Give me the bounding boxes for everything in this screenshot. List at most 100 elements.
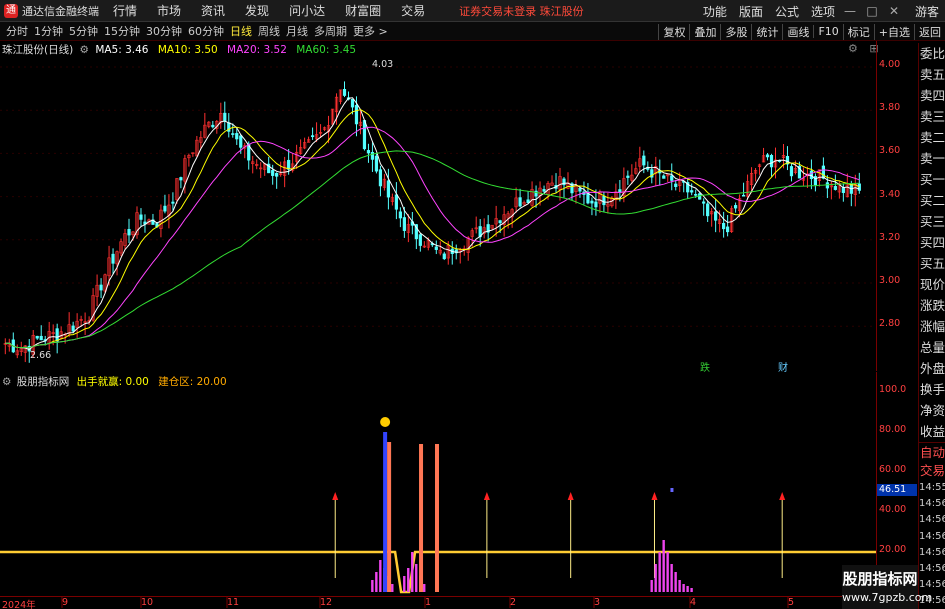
side-weibi[interactable]: 委比 [919, 43, 945, 64]
histogram-bar [379, 560, 382, 592]
menu-zixun[interactable]: 资讯 [201, 2, 225, 19]
main-y-axis: 4.00 3.80 3.60 3.40 3.20 3.00 2.80 [876, 41, 918, 371]
histogram-bar [674, 572, 677, 592]
tool-zixuan[interactable]: +自选 [873, 23, 914, 40]
indicator-info-line: ⚙ 股朋指标网 出手就赢: 0.00 建仓区: 20.00 [2, 374, 227, 389]
period-more[interactable]: 更多 > [353, 23, 388, 39]
candle-body [231, 133, 235, 135]
candle-body [714, 211, 718, 221]
money-bag-icon [380, 417, 391, 427]
side-buy1[interactable]: 买一 [919, 169, 945, 190]
period-5min[interactable]: 5分钟 [69, 23, 98, 39]
side-nav[interactable]: 净资 [919, 400, 945, 421]
candle-body [821, 165, 825, 179]
side-buy3[interactable]: 买三 [919, 211, 945, 232]
candle-body [702, 201, 706, 204]
menu-banmian[interactable]: 版面 [739, 3, 763, 20]
user-guest[interactable]: 游客 [915, 3, 939, 20]
side-buy2[interactable]: 买二 [919, 190, 945, 211]
period-multi[interactable]: 多周期 [314, 23, 347, 39]
menu-shichang[interactable]: 市场 [157, 2, 181, 19]
side-sell1[interactable]: 卖一 [919, 148, 945, 169]
x-label: 2024年 [2, 600, 36, 609]
side-sell3[interactable]: 卖三 [919, 106, 945, 127]
menu-jiaoyi[interactable]: 交易 [401, 2, 425, 19]
minimize-button[interactable]: — [843, 4, 857, 18]
close-button[interactable]: ✕ [887, 4, 901, 18]
y-tick: 3.40 [879, 189, 901, 200]
ma60-line [5, 150, 860, 349]
period-monthly[interactable]: 月线 [286, 23, 308, 39]
period-weekly[interactable]: 周线 [258, 23, 280, 39]
period-60min[interactable]: 60分钟 [188, 23, 224, 39]
period-15min[interactable]: 15分钟 [104, 23, 140, 39]
period-fenshi[interactable]: 分时 [6, 23, 28, 39]
candle-body [542, 189, 546, 192]
auto-trade-1[interactable]: 自动 [919, 442, 945, 461]
side-change-pct[interactable]: 涨幅 [919, 316, 945, 337]
login-warning[interactable]: 证券交易未登录 珠江股份 [459, 3, 584, 19]
candle-body [39, 335, 43, 341]
tick-time: 14:55 [919, 482, 945, 493]
candle-body [354, 105, 359, 125]
histogram-bar [423, 584, 426, 592]
candle-body [366, 150, 371, 154]
candle-body [690, 190, 694, 193]
side-sell4[interactable]: 卖四 [919, 85, 945, 106]
tool-biaoji[interactable]: 标记 [842, 23, 874, 40]
marker-die[interactable]: 跌 [700, 359, 710, 374]
marker-cai[interactable]: 财 [778, 359, 788, 374]
candle-body [662, 175, 666, 179]
x-label: 1 [425, 597, 432, 608]
period-1min[interactable]: 1分钟 [34, 23, 63, 39]
side-buy5[interactable]: 买五 [919, 253, 945, 274]
settings-icon[interactable]: ⚙ [2, 376, 11, 388]
app-logo-icon: 通 [4, 3, 18, 18]
y-tick: 3.00 [879, 275, 901, 286]
tool-duogu[interactable]: 多股 [720, 23, 751, 40]
side-outer[interactable]: 外盘 [919, 358, 945, 379]
candle-body [809, 170, 814, 180]
side-buy4[interactable]: 买四 [919, 232, 945, 253]
low-price-note: 2.66 [30, 350, 52, 361]
tool-tongji[interactable]: 统计 [751, 23, 782, 40]
indicator-group [0, 417, 876, 608]
period-30min[interactable]: 30分钟 [146, 23, 182, 39]
candle-body [442, 253, 446, 260]
tool-fuquan[interactable]: 复权 [658, 23, 689, 40]
candle-body [726, 226, 730, 233]
menu-wenxiaoda[interactable]: 问小达 [289, 2, 325, 19]
candle-body [434, 246, 438, 250]
maximize-button[interactable]: □ [865, 4, 879, 18]
candle-body [402, 217, 406, 231]
tick-time: 14:56 [919, 514, 945, 526]
tool-diejia[interactable]: 叠加 [689, 23, 720, 40]
histogram-bar [658, 552, 661, 592]
side-eps[interactable]: 收益 [919, 421, 945, 442]
period-daily[interactable]: 日线 [230, 23, 252, 39]
watermark-url: www.7gpzb.com [842, 591, 933, 604]
x-label: 3 [594, 597, 601, 608]
tick-time: 14:56 [919, 546, 945, 558]
menu-xuanxiang[interactable]: 选项 [811, 3, 835, 20]
tool-fanhui[interactable]: 返回 [914, 23, 945, 40]
side-sell2[interactable]: 卖二 [919, 127, 945, 148]
candle-body [55, 328, 59, 342]
auto-trade-2[interactable]: 交易 [919, 461, 945, 480]
candle-body [769, 154, 774, 168]
candle-body [139, 214, 143, 220]
side-volume[interactable]: 总量 [919, 337, 945, 358]
watermark: 股朋指标网 www.7gpzb.com [842, 565, 933, 609]
menu-faxian[interactable]: 发现 [245, 2, 269, 19]
menu-gongshi[interactable]: 公式 [775, 3, 799, 20]
menu-hangqing[interactable]: 行情 [113, 2, 137, 19]
tool-huaxian[interactable]: 画线 [782, 23, 813, 40]
side-price[interactable]: 现价 [919, 274, 945, 295]
side-change[interactable]: 涨跌 [919, 295, 945, 316]
side-sell5[interactable]: 卖五 [919, 64, 945, 85]
tool-f10[interactable]: F10 [813, 25, 842, 38]
kline-chart[interactable] [0, 41, 945, 609]
side-turnover[interactable]: 换手 [919, 379, 945, 400]
menu-gongneng[interactable]: 功能 [703, 3, 727, 20]
menu-caifuquan[interactable]: 财富圈 [345, 2, 381, 19]
